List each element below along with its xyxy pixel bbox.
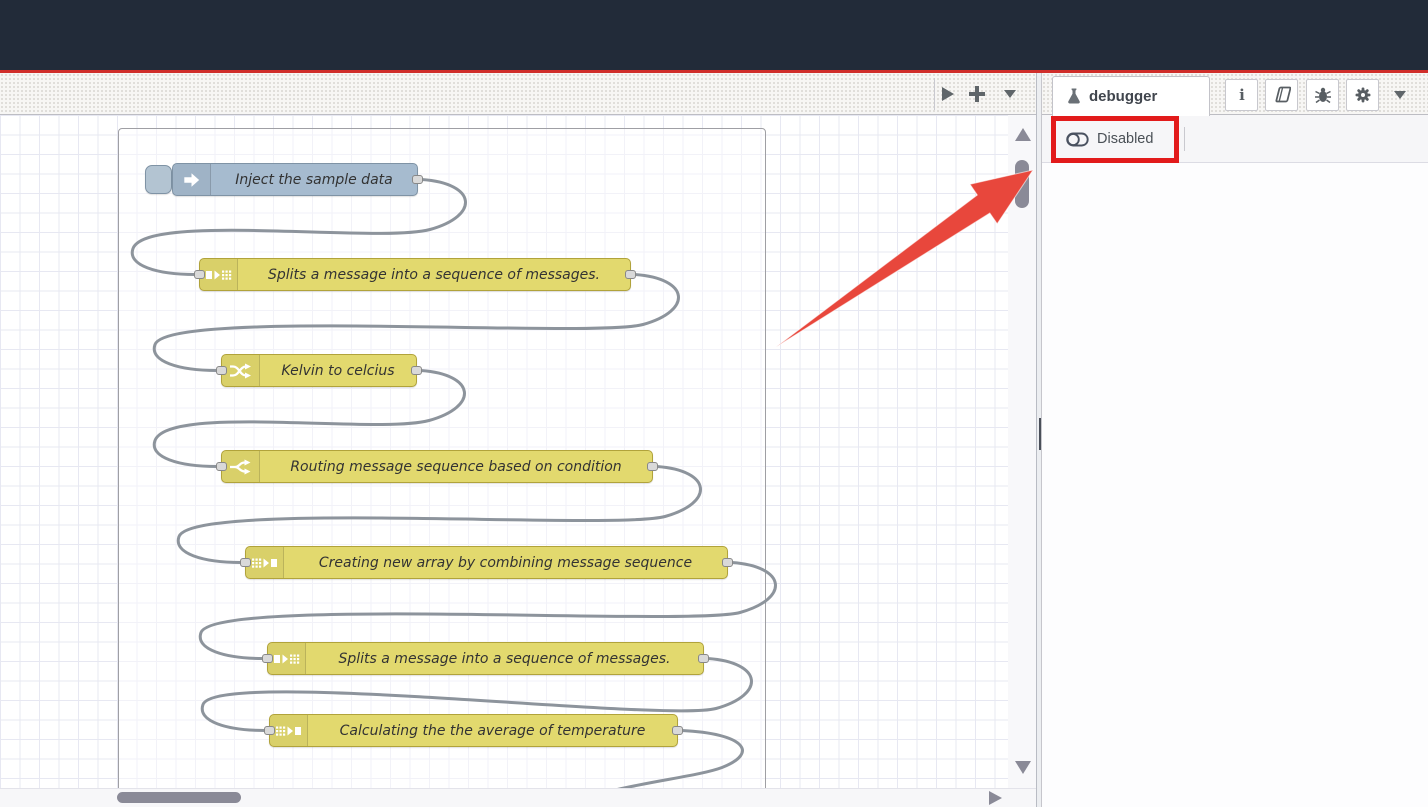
node-label: Kelvin to celcius xyxy=(260,355,416,386)
splitter-drag-handle[interactable] xyxy=(1039,418,1041,450)
docs-book-icon xyxy=(1272,86,1291,104)
output-port[interactable] xyxy=(722,558,733,567)
gear-icon xyxy=(1354,86,1372,104)
split-icon xyxy=(268,643,306,674)
flow-node-split-1[interactable]: Splits a message into a sequence of mess… xyxy=(199,258,631,291)
sidebar-splitter[interactable] xyxy=(1036,73,1042,807)
output-port[interactable] xyxy=(698,654,709,663)
debugger-content xyxy=(1042,163,1428,807)
inject-trigger-button[interactable] xyxy=(145,165,172,194)
flask-icon xyxy=(1067,88,1081,105)
add-flow-button[interactable] xyxy=(967,84,987,104)
node-red-app: Deploy su Inject the sample dataSplits a… xyxy=(0,0,1428,807)
inject-arrow-icon xyxy=(173,164,211,195)
flow-node-change-2[interactable]: Kelvin to celcius xyxy=(221,354,417,387)
input-port[interactable] xyxy=(216,366,227,375)
horizontal-scrollbar[interactable] xyxy=(0,788,1036,807)
flow-node-join-4[interactable]: Creating new array by combining message … xyxy=(245,546,728,579)
switch-icon xyxy=(222,451,260,482)
chevron-down-icon xyxy=(1394,91,1406,99)
toolbar-divider xyxy=(1184,127,1185,151)
scroll-up-button[interactable] xyxy=(1015,128,1031,141)
scroll-right-button[interactable] xyxy=(989,791,1002,805)
node-label: Splits a message into a sequence of mess… xyxy=(306,643,703,674)
vertical-scroll-thumb[interactable] xyxy=(1015,160,1029,208)
tab-debugger-label: debugger xyxy=(1089,88,1157,105)
flow-node-split-5[interactable]: Splits a message into a sequence of mess… xyxy=(267,642,704,675)
flow-node-inject-0[interactable]: Inject the sample data xyxy=(172,163,418,196)
node-label: Calculating the the average of temperatu… xyxy=(308,715,677,746)
info-icon: i xyxy=(1233,86,1251,104)
node-label: Routing message sequence based on condit… xyxy=(260,451,652,482)
svg-text:i: i xyxy=(1239,86,1245,104)
output-port[interactable] xyxy=(647,462,658,471)
flow-node-switch-3[interactable]: Routing message sequence based on condit… xyxy=(221,450,653,483)
output-port[interactable] xyxy=(625,270,636,279)
node-label: Creating new array by combining message … xyxy=(284,547,727,578)
input-port[interactable] xyxy=(194,270,205,279)
sidebar-expand-button[interactable] xyxy=(1394,91,1406,99)
debugger-disabled-toggle[interactable]: Disabled xyxy=(1060,124,1159,154)
triangle-up-icon xyxy=(1015,128,1031,141)
vertical-scroll-track[interactable] xyxy=(1008,115,1036,788)
flow-list-button[interactable] xyxy=(1004,90,1016,98)
header-accent-line xyxy=(0,70,1428,73)
docs-button[interactable] xyxy=(1265,79,1298,111)
node-label: Splits a message into a sequence of mess… xyxy=(238,259,630,290)
header-bar xyxy=(0,0,1428,70)
flow-node-join-6[interactable]: Calculating the the average of temperatu… xyxy=(269,714,678,747)
toggle-off-icon xyxy=(1066,132,1089,147)
change-icon xyxy=(222,355,260,386)
disabled-label: Disabled xyxy=(1097,131,1153,147)
workspace-tab-bar xyxy=(0,73,1036,115)
tab-bar-separator xyxy=(934,78,935,110)
output-port[interactable] xyxy=(411,366,422,375)
input-port[interactable] xyxy=(264,726,275,735)
split-icon xyxy=(200,259,238,290)
input-port[interactable] xyxy=(216,462,227,471)
triangle-right-icon xyxy=(942,87,954,101)
bug-icon xyxy=(1314,86,1332,104)
chevron-down-icon xyxy=(1004,90,1016,98)
join-icon xyxy=(270,715,308,746)
settings-button[interactable] xyxy=(1346,79,1379,111)
info-button[interactable]: i xyxy=(1225,79,1258,111)
node-label: Inject the sample data xyxy=(211,164,417,195)
flow-canvas[interactable]: Inject the sample data Splits a message i… xyxy=(0,115,1036,788)
debug-button[interactable] xyxy=(1306,79,1339,111)
scroll-down-button[interactable] xyxy=(1015,761,1031,774)
input-port[interactable] xyxy=(262,654,273,663)
input-port[interactable] xyxy=(240,558,251,567)
join-icon xyxy=(246,547,284,578)
scroll-tabs-right-button[interactable] xyxy=(942,87,954,101)
horizontal-scroll-thumb[interactable] xyxy=(117,792,241,803)
output-port[interactable] xyxy=(672,726,683,735)
triangle-down-icon xyxy=(1015,761,1031,774)
output-port[interactable] xyxy=(412,175,423,184)
tab-debugger[interactable]: debugger xyxy=(1052,76,1210,116)
